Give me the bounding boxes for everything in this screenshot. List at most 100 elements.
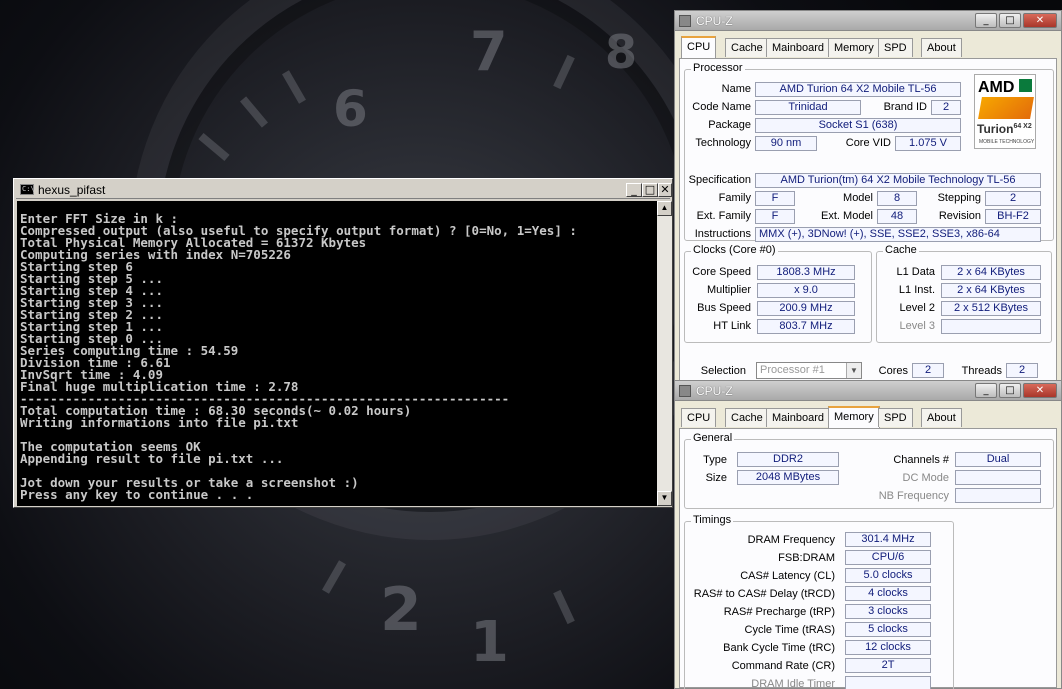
chevron-down-icon[interactable]: ▼: [846, 363, 861, 378]
scroll-up-button[interactable]: ▲: [657, 201, 672, 216]
console-icon: C:\: [20, 184, 35, 195]
dcmode-field: [955, 470, 1041, 485]
channels-field: Dual: [955, 452, 1041, 467]
wallpaper-tick: [553, 589, 575, 625]
cpuz-titlebar[interactable]: CPU-Z _ □ ✕: [675, 381, 1061, 401]
group-title: General: [691, 432, 735, 444]
minimize-button[interactable]: _: [626, 183, 642, 197]
brandid-field: 2: [931, 100, 961, 115]
selection-label: Selection: [700, 365, 746, 377]
type-label: Type: [703, 454, 727, 466]
trcd-field: 4 clocks: [845, 586, 931, 601]
trc-label: Bank Cycle Time (tRC): [723, 642, 835, 654]
console-line: Writing informations into file pi.txt: [20, 415, 299, 430]
wallpaper-numeral: 2: [380, 575, 422, 645]
maximize-button[interactable]: □: [999, 13, 1021, 28]
timings-group: Timings DRAM Frequency 301.4 MHz FSB:DRA…: [684, 514, 954, 689]
busspeed-field: 200.9 MHz: [757, 301, 855, 316]
console-scrollbar[interactable]: ▲ ▼: [657, 201, 672, 506]
model-label: Model: [843, 192, 873, 204]
console-output-area[interactable]: Enter FFT Size in k : Compressed output (…: [17, 201, 657, 506]
cpuz-memory-window: CPU-Z _ □ ✕ CPU Cache Mainboard Memory S…: [674, 380, 1062, 689]
size-field: 2048 MBytes: [737, 470, 839, 485]
minimize-button[interactable]: _: [975, 383, 997, 398]
cpuz-titlebar[interactable]: CPU-Z _ □ ✕: [675, 11, 1061, 31]
cpuz-memory-panel: General Type DDR2 Size 2048 MBytes Chann…: [679, 428, 1057, 689]
dram-frequency-field: 301.4 MHz: [845, 532, 931, 547]
console-line: Appending result to file pi.txt ...: [20, 451, 284, 466]
channels-label: Channels #: [893, 454, 949, 466]
l1inst-label: L1 Inst.: [898, 284, 935, 296]
maximize-button[interactable]: □: [642, 183, 658, 197]
console-line: Press any key to continue . . .: [20, 487, 254, 502]
amd-turion-logo: AMD Turion64 X2 MOBILE TECHNOLOGY: [974, 74, 1036, 149]
cas-latency-field: 5.0 clocks: [845, 568, 931, 583]
stepping-field: 2: [985, 191, 1041, 206]
turion-swoosh-icon: [978, 97, 1034, 119]
corevid-label: Core VID: [845, 137, 891, 149]
codename-field: Trinidad: [755, 100, 861, 115]
dcmode-label: DC Mode: [902, 472, 949, 484]
package-label: Package: [708, 119, 751, 131]
trcd-label: RAS# to CAS# Delay (tRCD): [693, 588, 835, 600]
corevid-field: 1.075 V: [895, 136, 961, 151]
minimize-button[interactable]: _: [975, 13, 997, 28]
model-field: 8: [877, 191, 917, 206]
tab-cache[interactable]: Cache: [725, 408, 769, 427]
console-title: hexus_pifast: [38, 183, 106, 197]
multiplier-label: Multiplier: [706, 284, 751, 296]
l1data-field: 2 x 64 KBytes: [941, 265, 1041, 280]
close-button[interactable]: ✕: [1023, 383, 1057, 398]
tras-label: Cycle Time (tRAS): [744, 624, 835, 636]
close-button[interactable]: ✕: [658, 183, 672, 197]
tab-memory[interactable]: Memory: [828, 406, 880, 428]
scroll-down-button[interactable]: ▼: [657, 491, 672, 506]
revision-field: BH-F2: [985, 209, 1041, 224]
console-window: C:\ hexus_pifast _ □ ✕ Enter FFT Size in…: [13, 178, 673, 508]
tab-spd[interactable]: SPD: [878, 38, 913, 57]
group-title: Processor: [691, 62, 745, 74]
cpuz-title: CPU-Z: [696, 384, 733, 398]
specification-label: Specification: [688, 174, 751, 186]
maximize-button[interactable]: □: [999, 383, 1021, 398]
console-titlebar[interactable]: C:\ hexus_pifast _ □ ✕: [16, 181, 672, 199]
size-label: Size: [705, 472, 727, 484]
l1inst-field: 2 x 64 KBytes: [941, 283, 1041, 298]
tab-memory[interactable]: Memory: [828, 38, 880, 57]
fsb-dram-field: CPU/6: [845, 550, 931, 565]
tab-about[interactable]: About: [921, 38, 962, 57]
amd-logo-text: AMD: [978, 79, 1015, 96]
cpuz-cpu-panel: Processor Name AMD Turion 64 X2 Mobile T…: [679, 58, 1057, 381]
tab-mainboard[interactable]: Mainboard: [766, 38, 830, 57]
processor-group: Processor Name AMD Turion 64 X2 Mobile T…: [684, 62, 1054, 242]
tab-spd[interactable]: SPD: [878, 408, 913, 427]
general-group: General Type DDR2 Size 2048 MBytes Chann…: [684, 432, 1054, 509]
processor-select[interactable]: Processor #1 ▼: [756, 362, 862, 379]
type-field: DDR2: [737, 452, 839, 467]
corespeed-label: Core Speed: [692, 266, 751, 278]
name-label: Name: [721, 83, 751, 95]
tab-mainboard[interactable]: Mainboard: [766, 408, 830, 427]
l1data-label: L1 Data: [896, 266, 935, 278]
threads-field: 2: [1006, 363, 1038, 378]
group-title: Clocks (Core #0): [691, 244, 778, 256]
tab-cache[interactable]: Cache: [725, 38, 769, 57]
cores-label: Cores: [878, 365, 908, 377]
command-rate-field: 2T: [845, 658, 931, 673]
console-output-text: Enter FFT Size in k : Compressed output (…: [20, 212, 577, 502]
clocks-group: Clocks (Core #0) Core Speed 1808.3 MHz M…: [684, 244, 872, 343]
tab-cpu[interactable]: CPU: [681, 408, 717, 427]
close-button[interactable]: ✕: [1023, 13, 1057, 28]
tab-cpu[interactable]: CPU: [681, 36, 717, 58]
htlink-field: 803.7 MHz: [757, 319, 855, 334]
cpuz-title: CPU-Z: [696, 14, 733, 28]
turion-product: Turion: [977, 122, 1014, 136]
extmodel-label: Ext. Model: [821, 210, 873, 222]
wallpaper-tick: [322, 560, 346, 594]
cas-latency-label: CAS# Latency (CL): [740, 570, 835, 582]
tab-about[interactable]: About: [921, 408, 962, 427]
threads-label: Threads: [961, 365, 1002, 377]
family-label: Family: [718, 192, 751, 204]
level3-label: Level 3: [899, 320, 935, 332]
tras-field: 5 clocks: [845, 622, 931, 637]
